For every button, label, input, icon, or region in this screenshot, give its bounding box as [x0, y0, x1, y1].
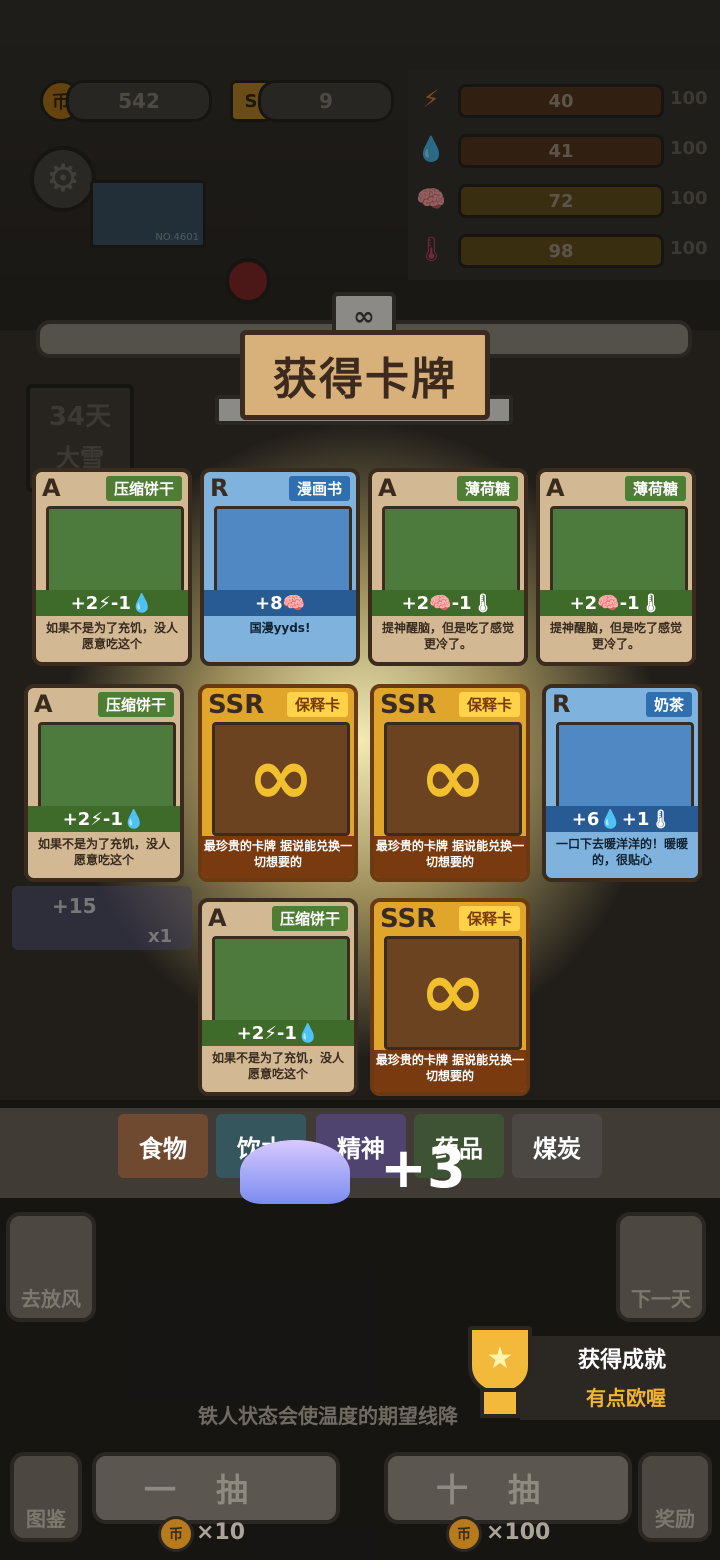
- trophy-icon: ★: [460, 1326, 532, 1418]
- card-name: 保释卡: [458, 906, 520, 931]
- card-milk-tea[interactable]: R 奶茶 +6💧+1🌡 一口下去暖洋洋的！暖暖的，很贴心: [542, 684, 702, 882]
- title-text: 获得卡牌: [273, 354, 457, 405]
- card-rank: A: [378, 474, 397, 502]
- draw-ten-button[interactable]: 十抽: [384, 1452, 632, 1524]
- card-stats: +2⚡-1💧: [202, 1020, 354, 1046]
- infinity-art-icon: ∞: [384, 936, 522, 1050]
- card-bail-card[interactable]: SSR 保释卡 ∞ 最珍贵的卡牌 据说能兑换一切想要的: [370, 684, 530, 882]
- card-rank: SSR: [380, 690, 437, 720]
- card-rank: R: [552, 690, 571, 718]
- card-name: 保释卡: [458, 692, 520, 717]
- infinity-art-icon: ∞: [212, 722, 350, 836]
- card-compressed-biscuit[interactable]: A 压缩饼干 +2⚡-1💧 如果不是为了充饥，没人愿意吃这个: [24, 684, 184, 882]
- card-stats: +6💧+1🌡: [546, 806, 698, 832]
- card-desc: 国漫yyds!: [249, 621, 311, 635]
- card-desc: 最珍贵的卡牌 据说能兑换一切想要的: [202, 836, 354, 878]
- card-desc: 提神醒脑，但是吃了感觉更冷了。: [381, 621, 514, 651]
- card-name: 压缩饼干: [97, 692, 174, 717]
- tab-coal[interactable]: 煤炭: [512, 1114, 602, 1178]
- reward-button[interactable]: 奖励: [638, 1452, 712, 1542]
- achievement-name: 有点欧喔: [586, 1386, 666, 1410]
- faded-item-text: +15: [52, 894, 97, 918]
- card-desc: 最珍贵的卡牌 据说能兑换一切想要的: [374, 1050, 526, 1092]
- card-compressed-biscuit[interactable]: A 压缩饼干 +2⚡-1💧 如果不是为了充饥，没人愿意吃这个: [198, 898, 358, 1096]
- achievement-title: 获得成就: [578, 1348, 667, 1373]
- card-name: 压缩饼干: [271, 906, 348, 931]
- faded-item: +15 x1: [12, 886, 192, 950]
- card-comic-book[interactable]: R 漫画书 +8🧠 国漫yyds!: [200, 468, 360, 666]
- biscuit-art-icon: [46, 506, 184, 600]
- next-day-button[interactable]: 下一天: [616, 1212, 706, 1322]
- draw-ten-cost: ×100: [486, 1520, 551, 1545]
- reward-amount: +3: [380, 1136, 466, 1201]
- comic-art-icon: [214, 506, 352, 600]
- mint-art-icon: [382, 506, 520, 600]
- biscuit-art-icon: [38, 722, 176, 816]
- card-name: 奶茶: [645, 692, 692, 717]
- card-bail-card[interactable]: SSR 保释卡 ∞ 最珍贵的卡牌 据说能兑换一切想要的: [370, 898, 530, 1096]
- card-desc: 一口下去暖洋洋的！暖暖的，很贴心: [555, 837, 688, 867]
- card-rank: A: [546, 474, 565, 502]
- card-rank: A: [34, 690, 53, 718]
- card-rank: A: [208, 904, 227, 932]
- card-stats: +8🧠: [204, 590, 356, 616]
- card-rank: A: [42, 474, 61, 502]
- biscuit-art-icon: [212, 936, 350, 1030]
- infinity-art-icon: ∞: [384, 722, 522, 836]
- card-desc: 如果不是为了充饥，没人愿意吃这个: [45, 621, 178, 651]
- card-name: 漫画书: [288, 476, 350, 501]
- card-name: 薄荷糖: [624, 476, 686, 501]
- card-name: 保释卡: [286, 692, 348, 717]
- milk-tea-art-icon: [556, 722, 694, 816]
- crystal-pile-icon: [240, 1140, 350, 1204]
- achievement-toast[interactable]: 获得成就 有点欧喔: [520, 1336, 720, 1420]
- card-desc: 提神醒脑，但是吃了感觉更冷了。: [549, 621, 682, 651]
- card-stats: +2🧠-1🌡: [372, 590, 524, 616]
- card-desc: 如果不是为了充饥，没人愿意吃这个: [37, 837, 170, 867]
- card-compressed-biscuit[interactable]: A 压缩饼干 +2⚡-1💧 如果不是为了充饥，没人愿意吃这个: [32, 468, 192, 666]
- mint-art-icon: [550, 506, 688, 600]
- card-stats: +2⚡-1💧: [28, 806, 180, 832]
- card-rank: R: [210, 474, 229, 502]
- draw-one-cost: ×10: [196, 1520, 246, 1545]
- card-mint-candy[interactable]: A 薄荷糖 +2🧠-1🌡 提神醒脑，但是吃了感觉更冷了。: [536, 468, 696, 666]
- guide-book-button[interactable]: 图鉴: [10, 1452, 82, 1542]
- card-mint-candy[interactable]: A 薄荷糖 +2🧠-1🌡 提神醒脑，但是吃了感觉更冷了。: [368, 468, 528, 666]
- faded-item-multiplier: x1: [148, 926, 173, 947]
- card-rank: SSR: [208, 690, 265, 720]
- card-stats: +2⚡-1💧: [36, 590, 188, 616]
- draw-one-button[interactable]: 一抽: [92, 1452, 340, 1524]
- card-name: 压缩饼干: [105, 476, 182, 501]
- go-outside-button[interactable]: 去放风: [6, 1212, 96, 1322]
- card-bail-card[interactable]: SSR 保释卡 ∞ 最珍贵的卡牌 据说能兑换一切想要的: [198, 684, 358, 882]
- title-banner: 获得卡牌: [240, 330, 490, 420]
- card-stats: +2🧠-1🌡: [540, 590, 692, 616]
- card-desc: 如果不是为了充饥，没人愿意吃这个: [211, 1051, 344, 1081]
- card-name: 薄荷糖: [456, 476, 518, 501]
- coin-icon: 币: [158, 1516, 194, 1552]
- tab-food[interactable]: 食物: [118, 1114, 208, 1178]
- coin-icon: 币: [446, 1516, 482, 1552]
- card-rank: SSR: [380, 904, 437, 934]
- hint-text: 铁人状态会使温度的期望线降: [198, 1404, 458, 1428]
- card-desc: 最珍贵的卡牌 据说能兑换一切想要的: [374, 836, 526, 878]
